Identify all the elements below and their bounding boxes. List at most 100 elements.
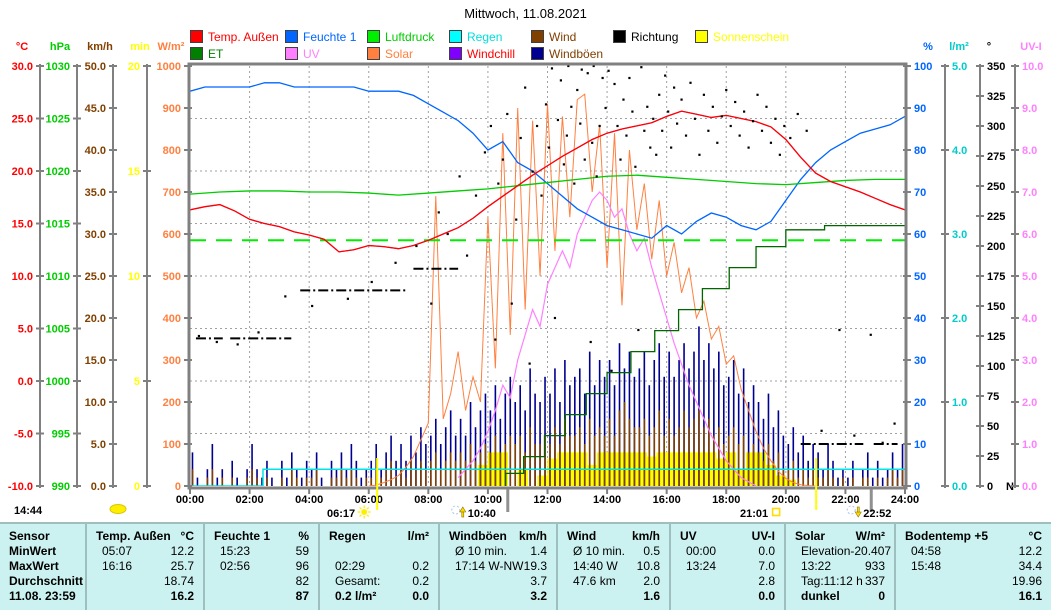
column-name: Bodentemp +5 [905, 529, 988, 544]
axis-tick-label: 800 [163, 145, 181, 157]
cell-time [449, 574, 455, 589]
cell-value: 7.0 [758, 559, 775, 574]
axis-UVI: 10.09.08.07.06.05.04.03.02.01.00.0UV-I [1011, 41, 1043, 493]
column-unit: °C [1029, 529, 1042, 544]
axis-tick-label: 10 [914, 439, 926, 451]
column-name: Solar [795, 529, 825, 544]
column-uv: UVUV-I00:000.013:247.02.80.0 [669, 524, 784, 610]
axis-tick-label: 350 [987, 61, 1005, 73]
cell-value: -20.407 [850, 544, 891, 559]
axis-tick-label: -10.0 [8, 481, 33, 493]
cell-time: 13:22 [795, 559, 831, 574]
sensor-column: SensorMinWertMaxWertDurchschnitt11.08. 2… [0, 524, 85, 610]
axis-min: 20151050min [128, 41, 151, 493]
x-axis: 00:0002:0004:0006:0008:0010:0012:0014:00… [176, 488, 919, 506]
table-cell: 0.2 l/m²0.0 [320, 589, 438, 604]
cell-value: 0.0 [758, 544, 775, 559]
axis-tick-label: 1010 [46, 271, 70, 283]
axis-tick-label: 175 [987, 271, 1005, 283]
cell-value: 34.4 [1019, 559, 1042, 574]
axis-tick-label: 200 [987, 241, 1005, 253]
axis-tick-label: 15.0 [12, 219, 33, 231]
axis-tick-label: 6.0 [1022, 229, 1037, 241]
axis-tick-label: 10:40 [468, 508, 496, 520]
axis-tick-label: 250 [987, 181, 1005, 193]
cell-value: 0.2 [412, 559, 429, 574]
column-name: Wind [567, 529, 596, 544]
cell-value: 0.0 [758, 589, 775, 604]
cell-time: 04:58 [905, 544, 941, 559]
axis-tick-label: 08:00 [414, 494, 442, 506]
column-header: Regenl/m² [320, 529, 438, 544]
axis-tick-label: 50 [987, 421, 999, 433]
column-unit: km/h [632, 529, 660, 544]
table-cell: 15:48 34.4 [896, 559, 1051, 574]
axis-kmh: 50.045.040.035.030.025.020.015.010.05.00… [85, 41, 117, 493]
column-header: Feuchte 1% [205, 529, 318, 544]
cell-value: 1.4 [530, 544, 547, 559]
axis-tick-label: 80 [914, 145, 926, 157]
axis-tick-label: 400 [163, 313, 181, 325]
axis-tick-label: °C [16, 41, 28, 53]
axis-tick-label: 20:00 [772, 494, 800, 506]
cell-time: 13:24 [680, 559, 716, 574]
column-windb-en: Windböenkm/hØ 10 min.1.417:14 W-NW19.33.… [438, 524, 556, 610]
axis-tick-label: 100 [914, 61, 932, 73]
cell-time: 16:16 [96, 559, 132, 574]
axis-tick-label: 1.0 [1022, 439, 1037, 451]
axis-tick-label: 24:00 [891, 494, 919, 506]
moonrise-icon [452, 506, 466, 517]
weather-chart: 30.025.020.015.010.05.00.0-5.0-10.0°C103… [0, 0, 1051, 610]
axis-tick-label: 0.0 [952, 481, 967, 493]
axis-tick-label: UV-I [1020, 41, 1041, 53]
cell-value: 96 [296, 559, 309, 574]
axis-tick-label: 900 [163, 103, 181, 115]
cell-time [567, 589, 573, 604]
column-header: Wind km/h [558, 529, 669, 544]
axis-tick-label: 1005 [46, 324, 70, 336]
column-wind: Windkm/hØ 10 min.0.514:40 W10.847.6 km2.… [556, 524, 669, 610]
table-cell: 18.74 [87, 574, 203, 589]
weather-chart-page: Mittwoch, 11.08.2021 Temp. AußenFeuchte … [0, 0, 1051, 610]
cell-time: 15:48 [905, 559, 941, 574]
table-cell: Gesamt:0.2 [320, 574, 438, 589]
row-label: Sensor [0, 529, 85, 544]
axis-tick-label: 75 [987, 391, 999, 403]
column-name: Windböen [449, 529, 507, 544]
column-header: Solar W/m² [786, 529, 894, 544]
table-cell: Ø 10 min.0.5 [558, 544, 669, 559]
axis-tick-label: 22:00 [831, 494, 859, 506]
cell-value: 12.2 [1019, 544, 1042, 559]
axis-tick-label: 50.0 [85, 61, 106, 73]
axis-tick-label: 25.0 [85, 271, 106, 283]
axis-tick-label: 0 [175, 481, 181, 493]
table-cell: 05:0712.2 [87, 544, 203, 559]
axis-tick-label: 1.0 [952, 397, 967, 409]
cell-value: 12.2 [171, 544, 194, 559]
axis-tick-label: 0.0 [18, 376, 33, 388]
table-cell: 87 [205, 589, 318, 604]
axis-tick-label: 20.0 [85, 313, 106, 325]
axis-tick-label: 5.0 [1022, 271, 1037, 283]
table-cell: 16:1625.7 [87, 559, 203, 574]
axis-tick-label: hPa [50, 41, 71, 53]
axis-tick-label: 995 [52, 429, 70, 441]
column-solar: SolarW/m²Elevation-20.40713:22933Tag:11:… [784, 524, 894, 610]
summary-table: SensorMinWertMaxWertDurchschnitt11.08. 2… [0, 522, 1051, 610]
axis-tick-label: km/h [87, 41, 113, 53]
axis-tick-label: 2.0 [1022, 397, 1037, 409]
axis-tick-label: 25.0 [12, 114, 33, 126]
axis-tick-label: 9.0 [1022, 103, 1037, 115]
cell-time: Elevation [795, 544, 850, 559]
moon-icon [110, 505, 126, 514]
column-name: Feuchte 1 [214, 529, 270, 544]
table-cell: 16.1 [896, 589, 1051, 604]
column-unit: W/m² [856, 529, 885, 544]
axis-tick-label: -5.0 [14, 429, 33, 441]
cell-value: 0.0 [412, 589, 429, 604]
table-cell: 00:000.0 [671, 544, 784, 559]
axis-tick-label: min [130, 41, 150, 53]
axis-tick-label: 1000 [157, 61, 181, 73]
table-cell: 19.96 [896, 574, 1051, 589]
cell-value: 0 [878, 589, 885, 604]
